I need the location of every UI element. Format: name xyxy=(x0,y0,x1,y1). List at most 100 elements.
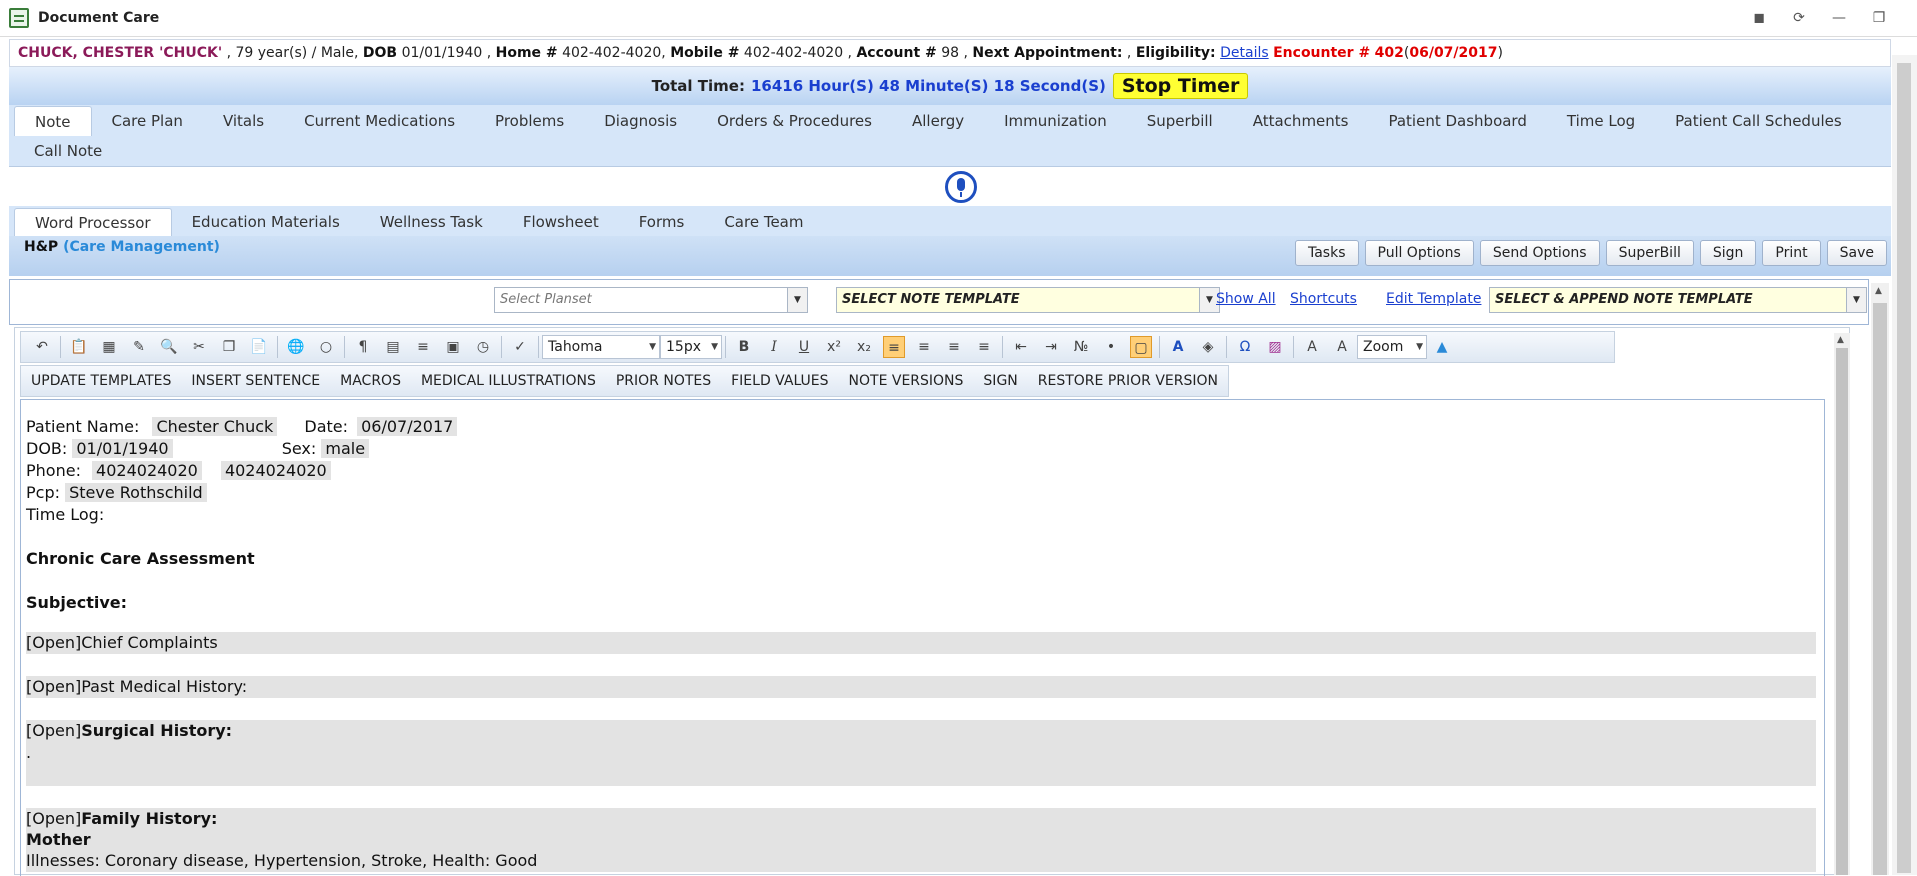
note-document[interactable]: Patient Name: Chester Chuck Date: 06/07/… xyxy=(20,399,1825,876)
indent-icon[interactable]: ⇥ xyxy=(1040,336,1062,358)
tab-patient-dashboard[interactable]: Patient Dashboard xyxy=(1368,106,1546,136)
template-icon[interactable]: ▤ xyxy=(382,336,404,358)
doc-dob-field[interactable]: 01/01/1940 xyxy=(72,439,173,458)
page-scroll-thumb[interactable] xyxy=(1897,63,1911,873)
panel-scrollbar[interactable]: ▲ xyxy=(1871,283,1889,875)
find-icon[interactable]: 🔍 xyxy=(158,336,180,358)
dictation-toolbar-icon[interactable]: ▲ xyxy=(1431,336,1453,358)
microphone-icon[interactable] xyxy=(945,171,977,203)
font-color-icon[interactable]: A xyxy=(1167,336,1189,358)
tab-time-log[interactable]: Time Log xyxy=(1547,106,1655,136)
bold-icon[interactable]: B xyxy=(733,336,755,358)
scroll-up-icon[interactable]: ▲ xyxy=(1837,335,1844,345)
numbered-list-icon[interactable]: № xyxy=(1070,336,1092,358)
zoom-select[interactable]: Zoom ▼ xyxy=(1357,335,1427,359)
open-tag[interactable]: [Open] xyxy=(26,721,81,740)
field-values-button[interactable]: FIELD VALUES xyxy=(721,366,838,396)
shortcuts-link[interactable]: Shortcuts xyxy=(1290,291,1357,307)
tab-diagnosis[interactable]: Diagnosis xyxy=(584,106,697,136)
note-versions-button[interactable]: NOTE VERSIONS xyxy=(839,366,974,396)
send-options-button[interactable]: Send Options xyxy=(1479,240,1600,266)
spell-check-options-icon[interactable]: Α xyxy=(1331,336,1353,358)
doc-phone-field-2[interactable]: 4024024020 xyxy=(220,461,331,480)
prior-notes-button[interactable]: PRIOR NOTES xyxy=(606,366,721,396)
link-icon[interactable]: 🌐 xyxy=(285,336,307,358)
note-template-select[interactable]: SELECT NOTE TEMPLATE ▼ xyxy=(836,287,1220,313)
family-history-section[interactable]: [Open]Family History: Mother Illnesses: … xyxy=(26,808,1816,872)
background-color-icon[interactable]: ◈ xyxy=(1197,336,1219,358)
justify-icon[interactable]: ≡ xyxy=(973,336,995,358)
pull-options-button[interactable]: Pull Options xyxy=(1364,240,1474,266)
tab-attachments[interactable]: Attachments xyxy=(1233,106,1369,136)
open-tag[interactable]: [Open] xyxy=(26,633,81,652)
tab-care-plan[interactable]: Care Plan xyxy=(92,106,203,136)
table-icon[interactable]: ▦ xyxy=(98,336,120,358)
open-tag[interactable]: [Open] xyxy=(26,677,81,696)
planset-select[interactable]: Select Planset ▼ xyxy=(494,287,808,313)
tab-forms[interactable]: Forms xyxy=(619,208,705,236)
tab-call-note[interactable]: Call Note xyxy=(14,136,122,166)
paragraph-icon[interactable]: ¶ xyxy=(352,336,374,358)
editor-scrollbar[interactable]: ▲ xyxy=(1834,333,1850,875)
italic-icon[interactable]: I xyxy=(763,336,785,358)
eligibility-details-link[interactable]: Details xyxy=(1220,45,1269,61)
pin-icon[interactable]: ◼ xyxy=(1749,8,1769,28)
tab-note[interactable]: Note xyxy=(14,106,92,136)
insert-media-icon[interactable]: ▨ xyxy=(1264,336,1286,358)
undo-icon[interactable]: ↶ xyxy=(31,336,53,358)
tab-problems[interactable]: Problems xyxy=(475,106,584,136)
superbill-button[interactable]: SuperBill xyxy=(1605,240,1694,266)
subscript-icon[interactable]: x₂ xyxy=(853,336,875,358)
font-size-select[interactable]: 15px ▼ xyxy=(660,335,722,359)
tab-wellness-task[interactable]: Wellness Task xyxy=(360,208,503,236)
surgical-history-section[interactable]: [Open]Surgical History: . xyxy=(26,720,1816,786)
special-character-icon[interactable]: Ω xyxy=(1234,336,1256,358)
clock-icon[interactable]: ◷ xyxy=(472,336,494,358)
chief-complaints-section[interactable]: [Open]Chief Complaints xyxy=(26,632,1816,654)
bullet-list-icon[interactable]: • xyxy=(1100,336,1122,358)
doc-date-field[interactable]: 06/07/2017 xyxy=(357,417,458,436)
paste-icon[interactable]: 📋 xyxy=(68,336,90,358)
insert-field-icon[interactable]: ▣ xyxy=(442,336,464,358)
cut-icon[interactable]: ✂ xyxy=(188,336,210,358)
tab-patient-call-schedules[interactable]: Patient Call Schedules xyxy=(1655,106,1862,136)
medical-illustrations-button[interactable]: MEDICAL ILLUSTRATIONS xyxy=(411,366,606,396)
doc-phone-field-1[interactable]: 4024024020 xyxy=(92,461,202,480)
stop-timer-button[interactable]: Stop Timer xyxy=(1112,73,1249,99)
highlight-box-icon[interactable]: ▢ xyxy=(1130,336,1152,358)
minimize-icon[interactable]: — xyxy=(1829,8,1849,28)
edit-template-link[interactable]: Edit Template xyxy=(1386,291,1481,307)
tab-word-processor[interactable]: Word Processor xyxy=(14,208,172,236)
print-button[interactable]: Print xyxy=(1762,240,1821,266)
editor-scroll-thumb[interactable] xyxy=(1836,348,1848,875)
open-tag[interactable]: [Open] xyxy=(26,809,81,828)
doc-sex-field[interactable]: male xyxy=(321,439,370,458)
tab-allergy[interactable]: Allergy xyxy=(892,106,984,136)
restore-icon[interactable]: ⟳ xyxy=(1789,8,1809,28)
format-painter-icon[interactable]: ✎ xyxy=(128,336,150,358)
tab-orders-procedures[interactable]: Orders & Procedures xyxy=(697,106,892,136)
tab-immunization[interactable]: Immunization xyxy=(984,106,1127,136)
tasks-button[interactable]: Tasks xyxy=(1294,240,1359,266)
panel-scroll-thumb[interactable] xyxy=(1873,303,1887,875)
append-template-select[interactable]: SELECT & APPEND NOTE TEMPLATE ▼ xyxy=(1489,287,1867,313)
tab-superbill[interactable]: Superbill xyxy=(1127,106,1233,136)
page-scrollbar[interactable] xyxy=(1892,55,1917,875)
scroll-up-icon[interactable]: ▲ xyxy=(1875,286,1882,296)
copy-icon[interactable]: ❐ xyxy=(218,336,240,358)
tab-education-materials[interactable]: Education Materials xyxy=(172,208,360,236)
past-medical-history-section[interactable]: [Open]Past Medical History: xyxy=(26,676,1816,698)
underline-icon[interactable]: U xyxy=(793,336,815,358)
macros-button[interactable]: MACROS xyxy=(330,366,411,396)
maximize-icon[interactable]: ❐ xyxy=(1869,8,1889,28)
restore-prior-version-button[interactable]: RESTORE PRIOR VERSION xyxy=(1028,366,1228,396)
update-templates-button[interactable]: UPDATE TEMPLATES xyxy=(21,366,181,396)
sign-button[interactable]: Sign xyxy=(1699,240,1757,266)
tab-flowsheet[interactable]: Flowsheet xyxy=(503,208,619,236)
show-all-link[interactable]: Show All xyxy=(1216,291,1276,307)
tab-current-medications[interactable]: Current Medications xyxy=(284,106,475,136)
doc-patient-name-field[interactable]: Chester Chuck xyxy=(152,417,278,436)
paste-text-icon[interactable]: 📄 xyxy=(248,336,270,358)
insert-sentence-button[interactable]: INSERT SENTENCE xyxy=(181,366,330,396)
spellcheck-icon[interactable]: ✓ xyxy=(509,336,531,358)
